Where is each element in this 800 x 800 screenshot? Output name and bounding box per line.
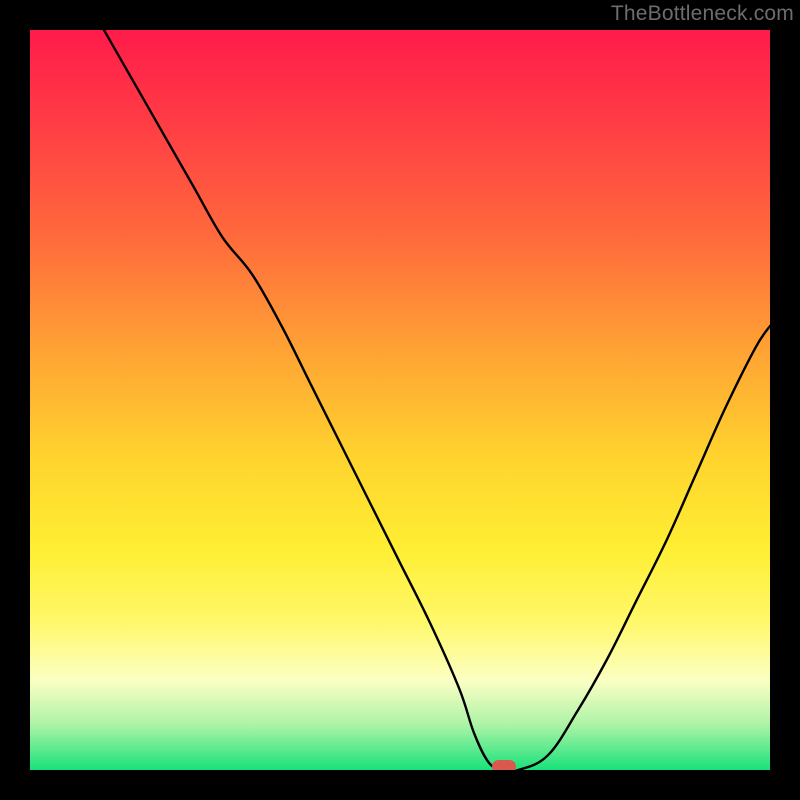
- watermark-text: TheBottleneck.com: [611, 2, 794, 26]
- plot-area: [30, 30, 770, 770]
- optimal-point-marker: [492, 760, 516, 770]
- chart-frame: TheBottleneck.com: [0, 0, 800, 800]
- bottleneck-curve: [30, 30, 770, 770]
